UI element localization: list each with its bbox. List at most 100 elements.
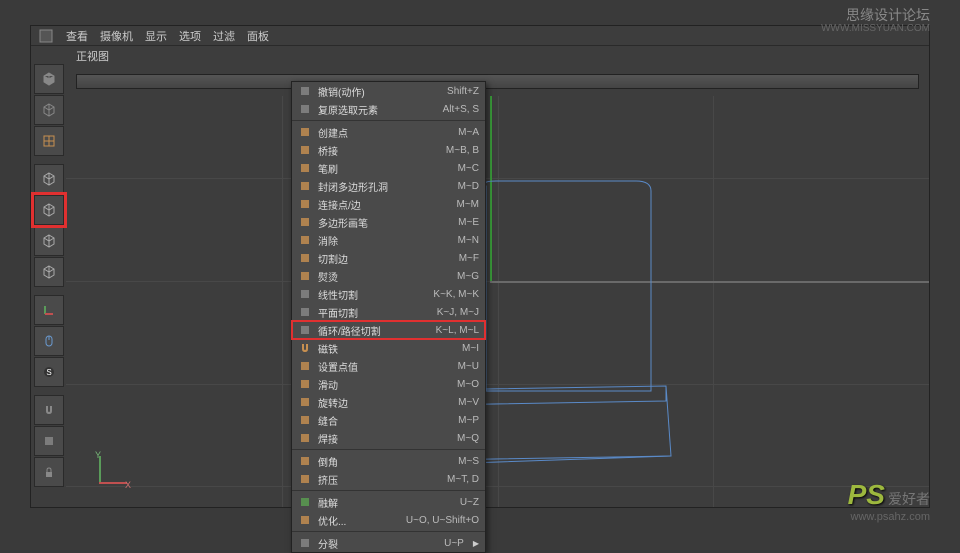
menu-item-iron[interactable]: 熨烫 M~G — [292, 267, 485, 285]
menu-shortcut: K~L, M~L — [436, 325, 479, 336]
tool-cube-outline-icon[interactable] — [34, 164, 64, 194]
menu-panel[interactable]: 面板 — [247, 28, 269, 44]
menu-shortcut: M~B, B — [446, 145, 479, 156]
menu-shortcut: M~N — [458, 235, 479, 246]
optimize-icon — [298, 513, 312, 527]
menu-shortcut: M~V — [458, 397, 479, 408]
menu-item-slide[interactable]: 滑动M~O — [292, 375, 485, 393]
menu-label: 焊接 — [318, 431, 451, 446]
menu-label: 挤压 — [318, 472, 441, 487]
connect-icon — [298, 197, 312, 211]
app-icon — [39, 29, 53, 43]
tool-axis-icon[interactable] — [34, 295, 64, 325]
viewport-canvas[interactable]: Y X — [66, 96, 929, 507]
menu-shortcut: M~I — [462, 343, 479, 354]
menu-view[interactable]: 查看 — [66, 28, 88, 44]
menu-item-reset[interactable]: 复原选取元素Alt+S, S — [292, 100, 485, 118]
watermark-top-url: WWW.MISSYUAN.COM — [821, 23, 930, 34]
set-value-icon — [298, 359, 312, 373]
cube-solid-icon — [42, 72, 56, 86]
svg-text:S: S — [46, 368, 51, 377]
undo-icon — [298, 84, 312, 98]
tool-cube-edge-icon[interactable] — [34, 257, 64, 287]
menu-item-dissolve[interactable]: 消除M~N — [292, 231, 485, 249]
cube-model-icon — [42, 203, 56, 217]
mouse-icon — [42, 334, 56, 348]
tool-grid-icon[interactable] — [34, 126, 64, 156]
tool-snap-icon[interactable]: S — [34, 357, 64, 387]
snap-icon: S — [42, 365, 56, 379]
menu-filter[interactable]: 过滤 — [213, 28, 235, 44]
tool-cube-checker-icon[interactable] — [34, 95, 64, 125]
menu-label: 循环/路径切割 — [318, 323, 430, 338]
menu-label: 熨烫 — [318, 269, 451, 284]
menu-item-set-value[interactable]: 设置点值M~U — [292, 357, 485, 375]
menu-label: 优化... — [318, 513, 400, 528]
menu-display[interactable]: 显示 — [145, 28, 167, 44]
menu-label: 多边形画笔 — [318, 215, 452, 230]
menu-shortcut: M~S — [458, 456, 479, 467]
cut-edge-icon — [298, 251, 312, 265]
menu-label: 滑动 — [318, 377, 451, 392]
split-icon — [298, 536, 312, 550]
menu-item-bridge[interactable]: 桥接M~B, B — [292, 141, 485, 159]
menu-item-cut-edge[interactable]: 切割边 M~F — [292, 249, 485, 267]
menu-item-weld[interactable]: 焊接M~Q — [292, 429, 485, 447]
dissolve-icon — [298, 233, 312, 247]
menu-shortcut: M~D — [458, 181, 479, 192]
menu-options[interactable]: 选项 — [179, 28, 201, 44]
optimize-icon — [298, 513, 312, 527]
magnet-icon — [298, 341, 312, 355]
menu-item-split[interactable]: 分裂U~P▶ — [292, 534, 485, 552]
tool-cube-solid-icon[interactable] — [34, 64, 64, 94]
menu-camera[interactable]: 摄像机 — [100, 28, 133, 44]
menu-label: 切割边 — [318, 251, 453, 266]
menu-item-loop-cut[interactable]: 循环/路径切割 K~L, M~L — [292, 321, 485, 339]
menu-shortcut: M~G — [457, 271, 479, 282]
menu-shortcut: M~M — [457, 199, 480, 210]
line-cut-icon — [298, 287, 312, 301]
tool-mouse-icon[interactable] — [34, 326, 64, 356]
menu-item-brush[interactable]: 笔刷M~C — [292, 159, 485, 177]
menu-label: 撤销(动作) — [318, 84, 441, 99]
dissolve2-icon — [298, 495, 312, 509]
undo-icon — [298, 84, 312, 98]
viewport[interactable]: Y X — [66, 66, 929, 507]
extrude-icon — [298, 472, 312, 486]
stitch-icon — [298, 413, 312, 427]
connect-icon — [298, 197, 312, 211]
menu-label: 缝合 — [318, 413, 452, 428]
workplane-icon — [42, 434, 56, 448]
menu-item-point[interactable]: 创建点M~A — [292, 123, 485, 141]
menu-item-connect[interactable]: 连接点/边M~M — [292, 195, 485, 213]
menu-shortcut: K~K, M~K — [433, 289, 479, 300]
menu-item-line-cut[interactable]: 线性切割K~K, M~K — [292, 285, 485, 303]
tool-workplane-icon[interactable] — [34, 426, 64, 456]
menu-shortcut: Shift+Z — [447, 86, 479, 97]
ps-logo: PS — [848, 479, 885, 510]
menu-item-optimize[interactable]: 优化...U~O, U~Shift+O — [292, 511, 485, 529]
menu-label: 创建点 — [318, 125, 452, 140]
watermark-bottom: PS 爱好者 www.psahz.com — [848, 479, 930, 523]
menu-item-plane-cut[interactable]: 平面切割K~J, M~J — [292, 303, 485, 321]
menu-item-poly-pen[interactable]: 多边形画笔M~E — [292, 213, 485, 231]
line-cut-icon — [298, 287, 312, 301]
menu-shortcut: M~F — [459, 253, 479, 264]
tool-lock-icon[interactable] — [34, 457, 64, 487]
menu-item-stitch[interactable]: 缝合M~P — [292, 411, 485, 429]
tool-cube-point-icon[interactable] — [34, 226, 64, 256]
menu-item-undo[interactable]: 撤销(动作) Shift+Z — [292, 82, 485, 100]
dissolve-icon — [298, 233, 312, 247]
tool-magnet-icon[interactable] — [34, 395, 64, 425]
menu-item-magnet[interactable]: 磁铁M~I — [292, 339, 485, 357]
menu-label: 旋转边 — [318, 395, 452, 410]
menu-item-close-hole[interactable]: 封闭多边形孔洞M~D — [292, 177, 485, 195]
menu-label: 笔刷 — [318, 161, 452, 176]
menu-item-bevel[interactable]: 倒角M~S — [292, 452, 485, 470]
menu-item-spin-edge[interactable]: 旋转边 M~V — [292, 393, 485, 411]
menu-item-extrude[interactable]: 挤压M~T, D — [292, 470, 485, 488]
tool-cube-model-icon[interactable] — [34, 195, 64, 225]
menu-item-dissolve2[interactable]: 融解U~Z — [292, 493, 485, 511]
cut-edge-icon — [298, 251, 312, 265]
plane-cut-icon — [298, 305, 312, 319]
